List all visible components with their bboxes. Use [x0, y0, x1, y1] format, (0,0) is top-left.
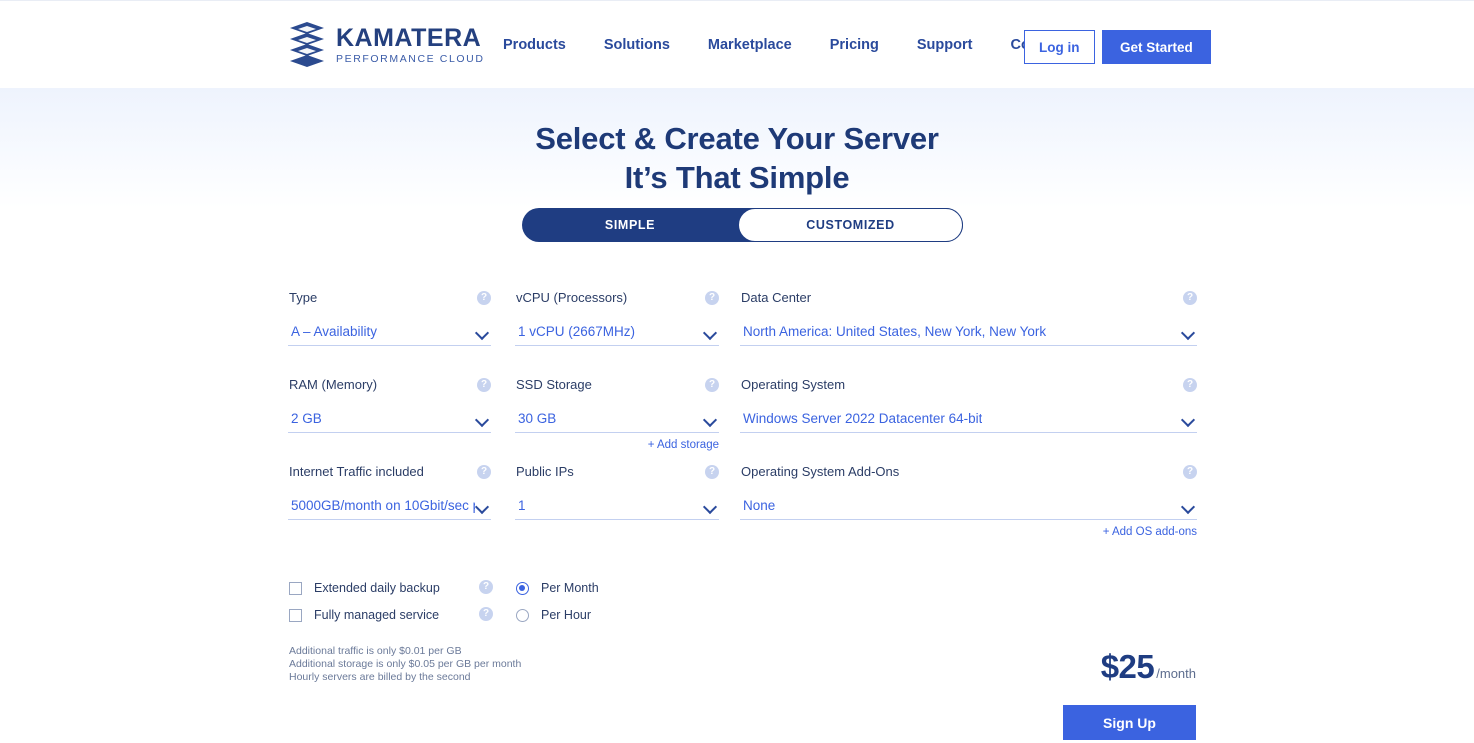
- field-ssd-label: SSD Storage: [516, 377, 592, 392]
- login-button[interactable]: Log in: [1024, 30, 1095, 64]
- ram-select-value: 2 GB: [291, 411, 322, 426]
- help-icon-os[interactable]: ?: [1183, 378, 1197, 392]
- brand-text: KAMATERA PERFORMANCE CLOUD: [336, 23, 485, 65]
- add-storage-link[interactable]: + Add storage: [648, 439, 719, 451]
- page-title-line1: Select & Create Your Server: [535, 121, 939, 156]
- help-icon-public-ips[interactable]: ?: [705, 465, 719, 479]
- field-os-addons-label: Operating System Add-Ons: [741, 464, 900, 479]
- billing-option-per-month[interactable]: Per Month: [516, 579, 599, 597]
- traffic-select-value: 5000GB/month on 10Gbit/sec p: [291, 498, 475, 513]
- billing-option-per-month-label: Per Month: [541, 581, 599, 595]
- nav-item-products[interactable]: Products: [503, 37, 566, 53]
- help-icon-ssd[interactable]: ?: [705, 378, 719, 392]
- data-center-select-value: North America: United States, New York, …: [743, 324, 1047, 339]
- billing-option-per-hour[interactable]: Per Hour: [516, 606, 591, 624]
- chevron-down-icon: [703, 499, 717, 513]
- help-icon-os-addons[interactable]: ?: [1183, 465, 1197, 479]
- billing-option-per-hour-label: Per Hour: [541, 608, 592, 622]
- chevron-down-icon: [1181, 325, 1195, 339]
- radio-per-month[interactable]: [516, 581, 529, 595]
- data-center-select[interactable]: North America: United States, New York, …: [740, 318, 1197, 346]
- brand-name: KAMATERA: [336, 23, 482, 52]
- help-icon-type[interactable]: ?: [477, 291, 491, 305]
- nav-item-solutions[interactable]: Solutions: [604, 37, 670, 53]
- os-select-value: Windows Server 2022 Datacenter 64-bit: [743, 411, 983, 426]
- nav-item-marketplace[interactable]: Marketplace: [708, 37, 792, 53]
- chevron-down-icon: [703, 325, 717, 339]
- vcpu-select[interactable]: 1 vCPU (2667MHz): [515, 318, 719, 346]
- price-period: /month: [1156, 666, 1196, 681]
- help-icon-vcpu[interactable]: ?: [705, 291, 719, 305]
- field-data-center-label: Data Center: [741, 290, 812, 305]
- help-icon-extended-daily-backup[interactable]: ?: [479, 580, 493, 594]
- brand-logo[interactable]: KAMATERA PERFORMANCE CLOUD: [288, 21, 485, 69]
- chevron-down-icon: [475, 412, 489, 426]
- os-addons-select[interactable]: None: [740, 492, 1197, 520]
- price-amount: $25: [1100, 648, 1155, 685]
- tab-customized[interactable]: CUSTOMIZED: [738, 208, 963, 242]
- ram-select[interactable]: 2 GB: [288, 405, 491, 433]
- chevron-down-icon: [703, 412, 717, 426]
- page-title: Select & Create Your Server It’s That Si…: [0, 121, 1474, 195]
- get-started-button[interactable]: Get Started: [1102, 30, 1211, 64]
- field-ram-label: RAM (Memory): [289, 377, 378, 392]
- type-select[interactable]: A – Availability: [288, 318, 491, 346]
- field-type-label: Type: [289, 290, 318, 305]
- checkbox-fully-managed-service[interactable]: [289, 608, 302, 622]
- chevron-down-icon: [475, 325, 489, 339]
- chevron-down-icon: [1181, 412, 1195, 426]
- checkbox-extended-daily-backup[interactable]: [289, 581, 302, 595]
- vcpu-select-value: 1 vCPU (2667MHz): [518, 324, 636, 339]
- ssd-select-value: 30 GB: [518, 411, 557, 426]
- traffic-select[interactable]: 5000GB/month on 10Gbit/sec p: [288, 492, 491, 520]
- sign-up-button[interactable]: Sign Up: [1063, 705, 1196, 740]
- option-fully-managed-service-label: Fully managed service: [314, 608, 440, 622]
- type-select-value: A – Availability: [291, 324, 378, 339]
- option-extended-daily-backup-label: Extended daily backup: [314, 581, 440, 595]
- help-icon-fully-managed-service[interactable]: ?: [479, 607, 493, 621]
- main-navigation: Products Solutions Marketplace Pricing S…: [503, 37, 1077, 53]
- field-os-label: Operating System: [741, 377, 846, 392]
- public-ips-select-value: 1: [518, 498, 526, 513]
- field-public-ips-label: Public IPs: [516, 464, 574, 479]
- help-icon-ram[interactable]: ?: [477, 378, 491, 392]
- os-addons-select-value: None: [743, 498, 776, 513]
- total-price: $25/month: [0, 648, 1196, 686]
- option-fully-managed-service[interactable]: Fully managed service: [289, 606, 439, 624]
- help-icon-data-center[interactable]: ?: [1183, 291, 1197, 305]
- field-vcpu-label: vCPU (Processors): [516, 290, 628, 305]
- mode-toggle: SIMPLE CUSTOMIZED: [522, 208, 963, 242]
- nav-item-pricing[interactable]: Pricing: [830, 37, 879, 53]
- page-title-line2: It’s That Simple: [624, 160, 850, 195]
- add-os-addons-link[interactable]: + Add OS add-ons: [1103, 526, 1197, 538]
- chevron-down-icon: [1181, 499, 1195, 513]
- help-icon-traffic[interactable]: ?: [477, 465, 491, 479]
- option-extended-daily-backup[interactable]: Extended daily backup: [289, 579, 440, 597]
- kamatera-logo-icon: [290, 22, 324, 67]
- chevron-down-icon: [475, 499, 489, 513]
- public-ips-select[interactable]: 1: [515, 492, 719, 520]
- tab-simple[interactable]: SIMPLE: [522, 208, 738, 242]
- kamatera-server-configurator-page: KAMATERA PERFORMANCE CLOUD Products Solu…: [0, 0, 1474, 743]
- brand-tagline: PERFORMANCE CLOUD: [336, 52, 485, 65]
- radio-per-hour[interactable]: [516, 608, 529, 622]
- field-traffic-label: Internet Traffic included: [289, 464, 424, 479]
- ssd-select[interactable]: 30 GB: [515, 405, 719, 433]
- nav-item-support[interactable]: Support: [917, 37, 973, 53]
- os-select[interactable]: Windows Server 2022 Datacenter 64-bit: [740, 405, 1197, 433]
- site-header: KAMATERA PERFORMANCE CLOUD Products Solu…: [0, 0, 1474, 88]
